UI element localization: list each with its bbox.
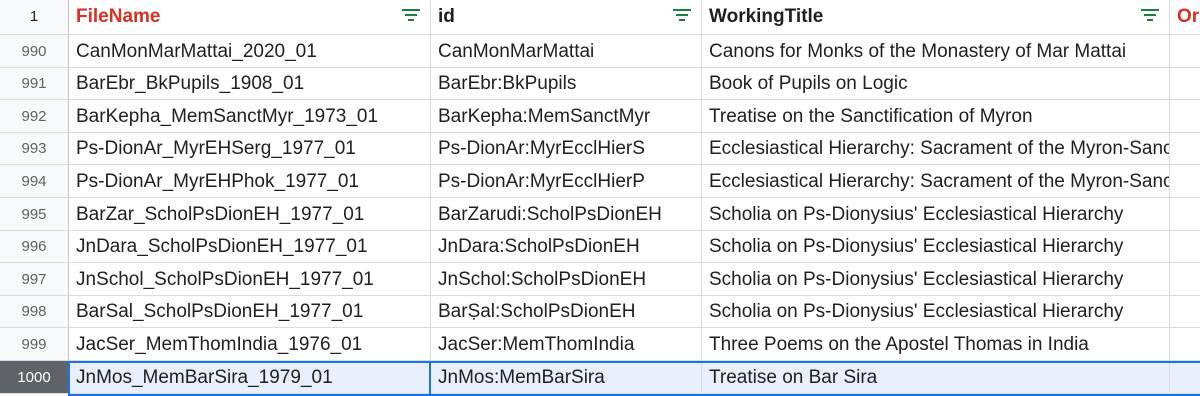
row-header[interactable]: 1000: [0, 361, 69, 394]
table-row: 991 BarEbr_BkPupils_1908_01 BarEbr:BkPupil…: [0, 68, 1200, 100]
column-header-label: id: [438, 6, 455, 27]
header-row: 1 FileName id WorkingTitle Or: [0, 0, 1200, 35]
workingtitle-cell[interactable]: Ecclesiastical Hierarchy: Sacrament of t…: [702, 133, 1170, 165]
or-cell[interactable]: [1170, 296, 1200, 328]
column-header-label: FileName: [76, 6, 161, 27]
filename-cell[interactable]: Ps-DionAr_MyrEHPhok_1977_01: [69, 165, 431, 198]
or-cell[interactable]: [1170, 198, 1200, 231]
or-cell[interactable]: [1170, 328, 1200, 361]
or-cell[interactable]: [1170, 263, 1200, 296]
id-cell[interactable]: BarṢal:ScholPsDionEH: [431, 296, 702, 328]
filename-cell[interactable]: BarZar_ScholPsDionEH_1977_01: [69, 198, 431, 231]
id-cell[interactable]: JnMos:MemBarSira: [431, 361, 702, 394]
row-header[interactable]: 999: [0, 328, 69, 361]
workingtitle-cell[interactable]: Canons for Monks of the Monastery of Mar…: [702, 35, 1170, 68]
row-header[interactable]: 996: [0, 231, 69, 263]
workingtitle-cell[interactable]: Scholia on Ps-Dionysius' Ecclesiastical …: [702, 231, 1170, 263]
or-cell[interactable]: [1170, 231, 1200, 263]
filename-cell[interactable]: JacSer_MemThomIndia_1976_01: [69, 328, 431, 361]
workingtitle-cell[interactable]: Three Poems on the Apostel Thomas in Ind…: [702, 328, 1170, 361]
or-cell[interactable]: [1170, 361, 1200, 394]
workingtitle-cell[interactable]: Ecclesiastical Hierarchy: Sacrament of t…: [702, 165, 1170, 198]
or-cell[interactable]: [1170, 165, 1200, 198]
id-cell[interactable]: BarZarudi:ScholPsDionEH: [431, 198, 702, 231]
column-header-filename[interactable]: FileName: [69, 0, 431, 35]
id-cell[interactable]: Ps-DionAr:MyrEcclHierP: [431, 165, 702, 198]
row-header[interactable]: 991: [0, 68, 69, 100]
filename-cell[interactable]: BarKepha_MemSanctMyr_1973_01: [69, 100, 431, 133]
filename-cell[interactable]: JnDara_ScholPsDionEH_1977_01: [69, 231, 431, 263]
column-header-workingtitle[interactable]: WorkingTitle: [702, 0, 1170, 35]
workingtitle-cell[interactable]: Scholia on Ps-Dionysius' Ecclesiastical …: [702, 263, 1170, 296]
row-header[interactable]: 994: [0, 165, 69, 198]
id-cell[interactable]: JnSchol:ScholPsDionEH: [431, 263, 702, 296]
workingtitle-cell[interactable]: Book of Pupils on Logic: [702, 68, 1170, 100]
id-cell[interactable]: CanMonMarMattai: [431, 35, 702, 68]
row-header[interactable]: 998: [0, 296, 69, 328]
filename-cell[interactable]: BarEbr_BkPupils_1908_01: [69, 68, 431, 100]
filename-cell[interactable]: JnSchol_ScholPsDionEH_1977_01: [69, 263, 431, 296]
filename-cell[interactable]: CanMonMarMattai_2020_01: [69, 35, 431, 68]
column-header-label: WorkingTitle: [709, 6, 824, 27]
filter-icon[interactable]: [1141, 9, 1159, 23]
filter-icon[interactable]: [402, 9, 420, 23]
workingtitle-cell[interactable]: Treatise on the Sanctification of Myron: [702, 100, 1170, 133]
table-row: 995 BarZar_ScholPsDionEH_1977_01 BarZarudi…: [0, 198, 1200, 231]
row-header[interactable]: 995: [0, 198, 69, 231]
row-header[interactable]: 990: [0, 35, 69, 68]
table-row: 999 JacSer_MemThomIndia_1976_01 JacSer:Mem…: [0, 328, 1200, 361]
table-row: 1000 JnMos_MemBarSira_1979_01 JnMos:MemBar…: [0, 361, 1200, 394]
id-cell[interactable]: BarKepha:MemSanctMyr: [431, 100, 702, 133]
filter-icon[interactable]: [673, 9, 691, 23]
table-row: 990 CanMonMarMattai_2020_01 CanMonMarMatta…: [0, 35, 1200, 68]
filename-cell[interactable]: Ps-DionAr_MyrEHSerg_1977_01: [69, 133, 431, 165]
or-cell[interactable]: [1170, 133, 1200, 165]
spreadsheet-grid[interactable]: 1 FileName id WorkingTitle Or 990 CanMonM…: [0, 0, 1200, 396]
or-cell[interactable]: [1170, 100, 1200, 133]
table-row: 992 BarKepha_MemSanctMyr_1973_01 BarKepha:…: [0, 100, 1200, 133]
workingtitle-cell[interactable]: Scholia on Ps-Dionysius' Ecclesiastical …: [702, 296, 1170, 328]
id-cell[interactable]: JacSer:MemThomIndia: [431, 328, 702, 361]
table-row: 993 Ps-DionAr_MyrEHSerg_1977_01 Ps-DionAr:…: [0, 133, 1200, 165]
table-row: 997 JnSchol_ScholPsDionEH_1977_01 JnSchol:…: [0, 263, 1200, 296]
id-cell[interactable]: BarEbr:BkPupils: [431, 68, 702, 100]
column-header-label: Or: [1177, 6, 1200, 27]
table-row: 994 Ps-DionAr_MyrEHPhok_1977_01 Ps-DionAr:…: [0, 165, 1200, 198]
table-row: 996 JnDara_ScholPsDionEH_1977_01 JnDara:Sc…: [0, 231, 1200, 263]
column-header-id[interactable]: id: [431, 0, 702, 35]
column-header-or[interactable]: Or: [1170, 0, 1200, 35]
table-row: 998 BarSal_ScholPsDionEH_1977_01 BarṢal:Sc…: [0, 296, 1200, 328]
or-cell[interactable]: [1170, 68, 1200, 100]
workingtitle-cell[interactable]: Scholia on Ps-Dionysius' Ecclesiastical …: [702, 198, 1170, 231]
id-cell[interactable]: JnDara:ScholPsDionEH: [431, 231, 702, 263]
id-cell[interactable]: Ps-DionAr:MyrEcclHierS: [431, 133, 702, 165]
row-header[interactable]: 993: [0, 133, 69, 165]
row-header-1[interactable]: 1: [0, 0, 69, 35]
row-header[interactable]: 992: [0, 100, 69, 133]
filename-cell[interactable]: JnMos_MemBarSira_1979_01: [69, 361, 431, 394]
workingtitle-cell[interactable]: Treatise on Bar Sira: [702, 361, 1170, 394]
row-header[interactable]: 997: [0, 263, 69, 296]
filename-cell[interactable]: BarSal_ScholPsDionEH_1977_01: [69, 296, 431, 328]
or-cell[interactable]: [1170, 35, 1200, 68]
